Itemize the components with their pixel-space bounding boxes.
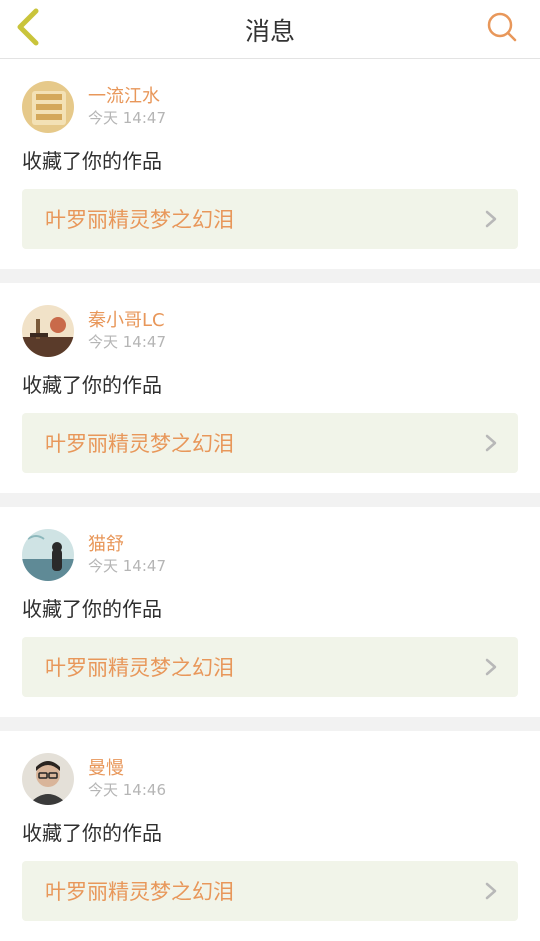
work-title: 叶罗丽精灵梦之幻泪 (45, 208, 234, 232)
work-link[interactable]: 叶罗丽精灵梦之幻泪 (22, 637, 518, 697)
user-name[interactable]: 一流江水 (88, 86, 166, 108)
message-item: 猫舒 今天 14:47 收藏了你的作品 叶罗丽精灵梦之幻泪 (0, 507, 540, 717)
work-link[interactable]: 叶罗丽精灵梦之幻泪 (22, 189, 518, 249)
message-list: 一流江水 今天 14:47 收藏了你的作品 叶罗丽精灵梦之幻泪 秦小哥LC 今天… (0, 59, 540, 941)
chevron-right-icon (485, 882, 497, 900)
timestamp: 今天 14:47 (88, 557, 166, 575)
avatar[interactable] (22, 305, 74, 357)
avatar[interactable] (22, 529, 74, 581)
work-title: 叶罗丽精灵梦之幻泪 (45, 880, 234, 904)
user-name[interactable]: 猫舒 (88, 534, 166, 556)
avatar[interactable] (22, 753, 74, 805)
avatar[interactable] (22, 81, 74, 133)
user-name[interactable]: 秦小哥LC (88, 310, 166, 332)
page-title: 消息 (244, 17, 295, 46)
message-item: 曼慢 今天 14:46 收藏了你的作品 叶罗丽精灵梦之幻泪 (0, 731, 540, 941)
user-name[interactable]: 曼慢 (88, 758, 166, 780)
message-text: 收藏了你的作品 (22, 149, 162, 173)
timestamp: 今天 14:46 (88, 781, 166, 799)
work-link[interactable]: 叶罗丽精灵梦之幻泪 (22, 861, 518, 921)
message-text: 收藏了你的作品 (22, 821, 162, 845)
message-text: 收藏了你的作品 (22, 373, 162, 397)
timestamp: 今天 14:47 (88, 333, 166, 351)
search-icon (487, 12, 517, 42)
message-item: 秦小哥LC 今天 14:47 收藏了你的作品 叶罗丽精灵梦之幻泪 (0, 283, 540, 493)
timestamp: 今天 14:47 (88, 109, 166, 127)
top-bar: 消息 (0, 0, 540, 59)
work-link[interactable]: 叶罗丽精灵梦之幻泪 (22, 413, 518, 473)
work-title: 叶罗丽精灵梦之幻泪 (45, 656, 234, 680)
message-item: 一流江水 今天 14:47 收藏了你的作品 叶罗丽精灵梦之幻泪 (0, 59, 540, 269)
work-title: 叶罗丽精灵梦之幻泪 (45, 432, 234, 456)
chevron-right-icon (485, 434, 497, 452)
chevron-right-icon (485, 658, 497, 676)
message-text: 收藏了你的作品 (22, 597, 162, 621)
chevron-right-icon (485, 210, 497, 228)
search-button[interactable] (486, 11, 518, 43)
